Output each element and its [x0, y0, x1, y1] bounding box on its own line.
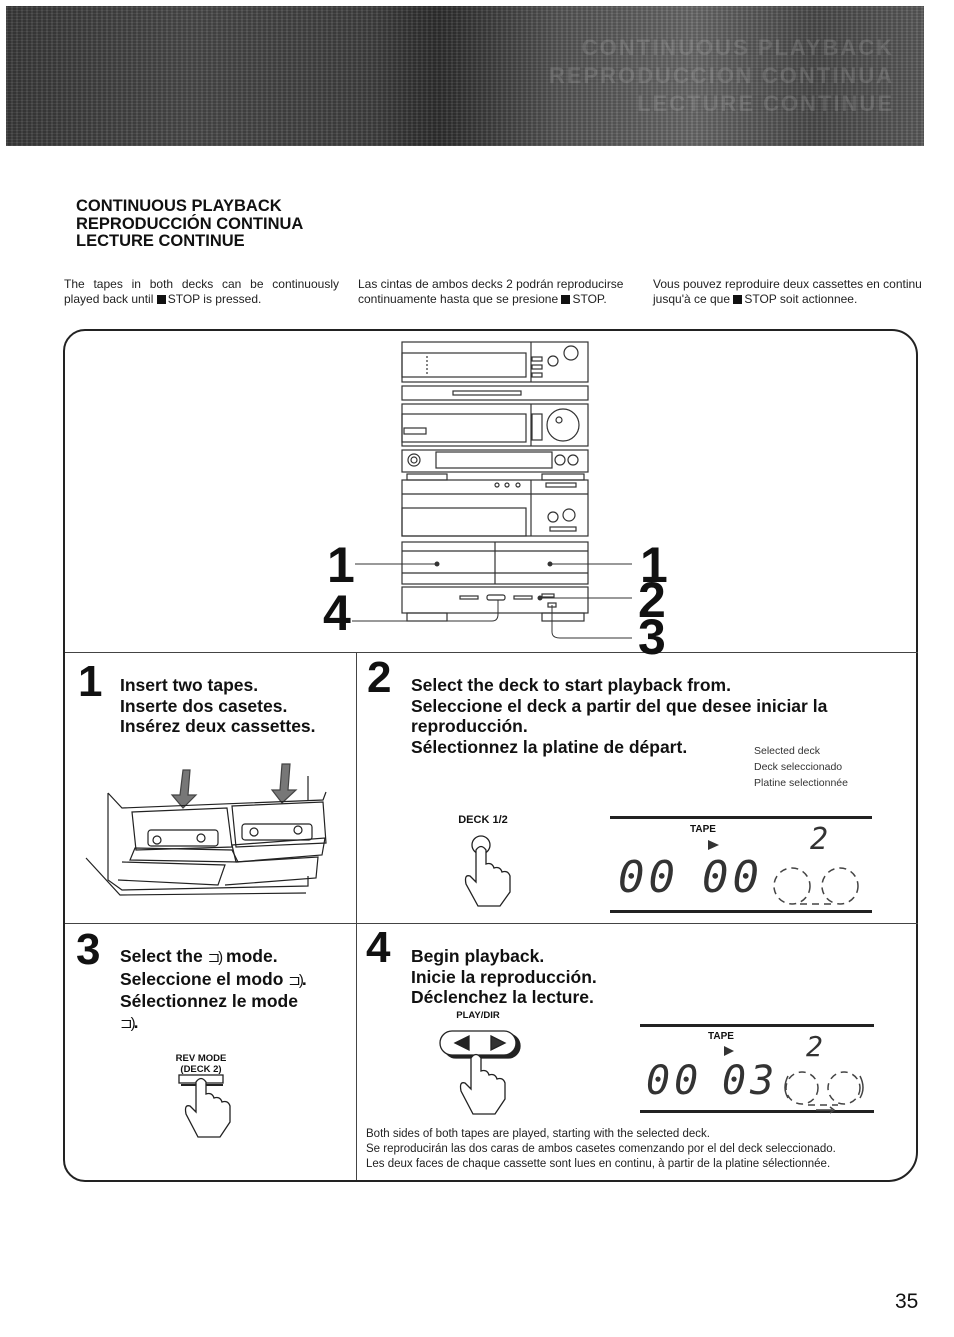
note-line-es: Se reproducirán las dos caras de ambos c…	[366, 1143, 836, 1155]
note-line-fr: Les deux faces de chaque cassette sont l…	[366, 1158, 831, 1170]
counter-seconds: 03	[722, 1058, 779, 1104]
tape-reels-rotating-icon	[784, 1071, 864, 1114]
tape-display-step4: TAPE 2 00 03	[640, 1024, 874, 1116]
tape-label: TAPE	[708, 1031, 734, 1042]
playback-note: Both sides of both tapes are played, sta…	[366, 1127, 836, 1172]
hand-pointer-icon	[459, 1053, 506, 1115]
note-line-en: Both sides of both tapes are played, sta…	[366, 1128, 710, 1140]
page-number: 35	[895, 1290, 919, 1313]
display-border-top	[640, 1024, 874, 1027]
counter-minutes: 00	[646, 1058, 703, 1104]
deck-number-segment: 2	[806, 1030, 827, 1063]
play-indicator-icon	[724, 1046, 734, 1056]
